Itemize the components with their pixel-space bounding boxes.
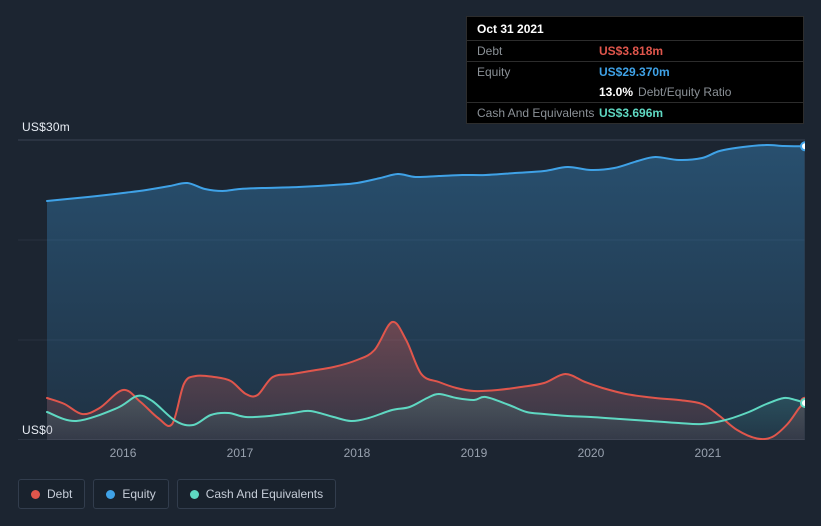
x-axis-label: 2017	[226, 446, 254, 460]
legend-label: Debt	[47, 487, 73, 501]
tooltip-row-cash: Cash And Equivalents US$3.696m	[467, 103, 803, 123]
tooltip-row-ratio: 13.0% Debt/Equity Ratio	[467, 82, 803, 103]
legend-item-cash-and-equivalents[interactable]: Cash And Equivalents	[176, 479, 337, 509]
legend-dot-icon	[189, 489, 199, 499]
tooltip-equity-label: Equity	[477, 65, 511, 79]
tooltip-ratio: 13.0% Debt/Equity Ratio	[599, 85, 731, 99]
x-axis: 2016 2017 2018 2019 2020 2021	[0, 446, 821, 462]
chart-tooltip: Oct 31 2021 Debt US$3.818m Equity US$29.…	[466, 16, 804, 124]
tooltip-ratio-value: 13.0%	[599, 85, 634, 99]
tooltip-cash-label: Cash And Equivalents	[477, 106, 595, 120]
tooltip-cash-value: US$3.696m	[599, 106, 664, 120]
chart-plot-area[interactable]	[18, 125, 805, 440]
tooltip-equity-value: US$29.370m	[599, 65, 670, 79]
tooltip-row-debt: Debt US$3.818m	[467, 41, 803, 62]
x-axis-label: 2020	[577, 446, 605, 460]
legend-label: Equity	[122, 487, 156, 501]
tooltip-debt-value: US$3.818m	[599, 44, 664, 58]
tooltip-row-equity: Equity US$29.370m	[467, 62, 803, 82]
legend-dot-icon	[106, 489, 116, 499]
series-endpoint-cash-and-equivalents	[800, 398, 805, 408]
legend-dot-icon	[31, 489, 40, 499]
x-axis-label: 2019	[460, 446, 488, 460]
tooltip-ratio-label: Debt/Equity Ratio	[638, 85, 732, 99]
tooltip-debt-label: Debt	[477, 44, 503, 58]
tooltip-date: Oct 31 2021	[467, 17, 803, 41]
legend-item-debt[interactable]: Debt	[18, 479, 86, 509]
debt-equity-chart-card: US$30m US$0 2016 2017 2018 2019 2020 2021 Oct…	[0, 0, 821, 526]
chart-legend: Debt Equity Cash And Equivalents	[18, 479, 337, 509]
x-axis-label: 2016	[109, 446, 137, 460]
series-endpoint-equity	[800, 141, 805, 152]
x-axis-label: 2018	[343, 446, 371, 460]
legend-item-equity[interactable]: Equity	[93, 479, 169, 509]
legend-label: Cash And Equivalents	[205, 487, 324, 501]
x-axis-label: 2021	[694, 446, 722, 460]
